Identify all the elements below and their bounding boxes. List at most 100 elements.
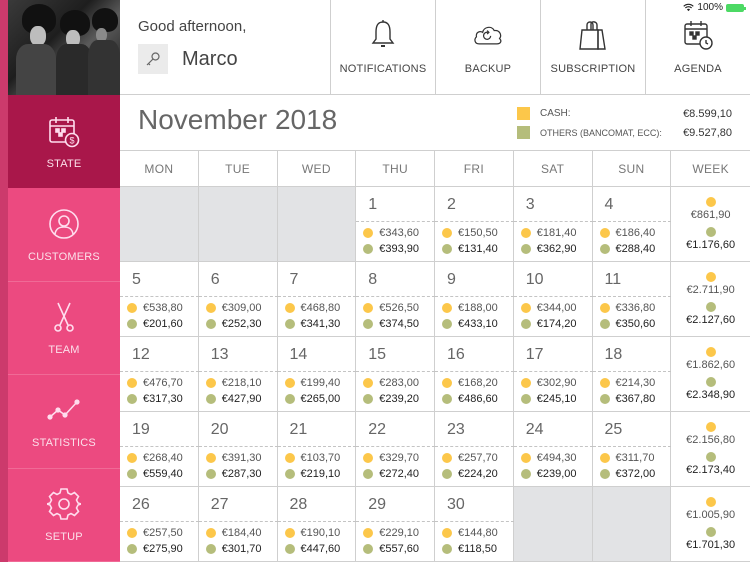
others-dot-icon [127, 544, 137, 554]
cash-dot-icon [705, 272, 716, 282]
calendar-day-cell[interactable]: 15 €283,00 €239,20 [356, 337, 435, 411]
calendar-day-cell[interactable]: 30 €144,80 €118,50 [435, 487, 514, 561]
day-number: 19 [132, 421, 150, 438]
day-number: 21 [289, 421, 308, 438]
notifications-button[interactable]: NOTIFICATIONS [330, 0, 435, 95]
calendar-day-cell[interactable]: 5 €538,80 €201,60 [120, 262, 199, 336]
sidebar-item-statistics[interactable]: STATISTICS [8, 375, 120, 469]
sidebar-item-state[interactable]: $ STATE [8, 95, 120, 189]
day-number: 8 [368, 271, 378, 288]
day-others-amount: €557,60 [363, 543, 419, 555]
day-number: 18 [604, 346, 623, 363]
calendar-day-cell[interactable]: 29 €229,10 €557,60 [356, 487, 435, 561]
day-others-amount: €252,30 [205, 318, 262, 330]
calendar-day-cell[interactable]: 4 €186,40 €288,40 [592, 187, 672, 261]
day-number: 1 [368, 196, 378, 213]
calendar-day-cell[interactable]: 16 €168,20 €486,60 [435, 337, 514, 411]
sidebar-item-team[interactable]: TEAM [8, 282, 120, 376]
calendar-day-cell[interactable]: 28 €190,10 €447,60 [277, 487, 357, 561]
calendar-day-cell[interactable]: 14 €199,40 €265,00 [277, 337, 357, 411]
gear-icon [47, 487, 81, 520]
day-number: 11 [604, 271, 622, 288]
others-dot-icon [363, 244, 374, 254]
calendar-day-cell[interactable]: 27 €184,40 €301,70 [198, 487, 278, 561]
user-name: Marco [182, 47, 238, 70]
others-dot-icon [520, 394, 531, 404]
calendar-day-cell[interactable]: 22 €329,70 €272,40 [356, 412, 435, 486]
calendar-day-cell[interactable]: 6 €309,00 €252,30 [198, 262, 278, 336]
day-divider [356, 296, 435, 297]
day-number: 12 [132, 346, 150, 363]
cash-dot-icon [705, 422, 716, 432]
cash-value: €391,30 [221, 452, 262, 464]
sidebar-item-customers[interactable]: CUSTOMERS [8, 188, 120, 282]
calendar-day-cell[interactable]: 12 €476,70 €317,30 [120, 337, 199, 411]
sidebar-item-label: STATISTICS [32, 437, 96, 450]
cash-dot-icon [127, 378, 137, 388]
calendar-day-cell[interactable]: 26 €257,50 €275,90 [120, 487, 199, 561]
weekday-fri: FRI [435, 151, 514, 186]
others-dot-icon [705, 302, 716, 312]
calendar-day-cell[interactable]: 17 €302,90 €245,10 [513, 337, 593, 411]
calendar-day-cell[interactable]: 1 €343,60 €393,90 [356, 187, 435, 261]
agenda-button[interactable]: AGENDA [645, 0, 750, 95]
cash-dot-icon [520, 303, 531, 313]
day-cash-amount: €218,10 [205, 377, 262, 389]
cloud-sync-icon [474, 26, 502, 45]
calendar-day-cell[interactable]: 20 €391,30 €287,30 [198, 412, 278, 486]
calendar-day-cell[interactable]: 8 €526,50 €374,50 [356, 262, 435, 336]
calendar-day-cell[interactable]: 9 €188,00 €433,10 [435, 262, 514, 336]
day-number: 26 [132, 496, 150, 513]
totals-legend: CASH: €8.599,10 OTHERS (BANCOMAT, ECC): … [517, 104, 732, 142]
day-others-amount: €393,90 [363, 243, 419, 255]
calendar-day-cell[interactable]: 13 €218,10 €427,90 [198, 337, 278, 411]
calendar-day-cell[interactable]: 7 €468,80 €341,30 [277, 262, 357, 336]
others-dot-icon [284, 469, 295, 479]
cash-dot-icon [442, 528, 452, 538]
user-switcher[interactable]: Marco [138, 44, 238, 74]
calendar-day-cell[interactable]: 3 €181,40 €362,90 [513, 187, 593, 261]
backup-button[interactable]: BACKUP [435, 0, 540, 95]
day-divider [592, 371, 672, 372]
calendar-day-cell[interactable]: 2 €150,50 €131,40 [435, 187, 514, 261]
day-others-amount: €272,40 [363, 468, 419, 480]
key-button[interactable] [138, 44, 168, 74]
cash-dot-icon [442, 378, 452, 388]
cash-value: €190,10 [300, 527, 341, 539]
battery-percent: 100% [697, 2, 723, 13]
calendar-day-cell[interactable]: 21 €103,70 €219,10 [277, 412, 357, 486]
sidebar-item-setup[interactable]: SETUP [8, 469, 120, 562]
cash-value: €343,60 [379, 227, 420, 239]
others-value: €275,90 [143, 543, 183, 555]
legend-cash: CASH: €8.599,10 [517, 104, 732, 123]
cash-dot-icon [205, 378, 216, 388]
others-value: €288,40 [615, 243, 656, 255]
calendar-day-cell[interactable]: 25 €311,70 €372,00 [592, 412, 672, 486]
day-cash-amount: €103,70 [284, 452, 340, 464]
calendar-day-cell[interactable]: 18 €214,30 €367,80 [592, 337, 672, 411]
calendar-day-cell[interactable]: 23 €257,70 €224,20 [435, 412, 514, 486]
calendar-day-cell[interactable]: 19 €268,40 €559,40 [120, 412, 199, 486]
day-divider [435, 521, 514, 522]
calendar-week-row: 5 €538,80 €201,60 6 €309,00 €252,30 7 €468,80 €3… [120, 262, 750, 337]
calendar-day-cell[interactable]: 24 €494,30 €239,00 [513, 412, 593, 486]
subscription-button[interactable]: SUBSCRIPTION [540, 0, 645, 95]
week-others-total: €1.176,60 [686, 239, 736, 251]
day-number: 20 [210, 421, 229, 438]
calendar-day-cell[interactable]: 11 €336,80 €350,60 [592, 262, 672, 336]
week-cash-total: €2.156,80 [686, 434, 736, 446]
week-total-cell: €1.862,60 €2.348,90 [671, 337, 750, 411]
cash-dot-icon [363, 378, 374, 388]
day-cash-amount: €476,70 [127, 377, 183, 389]
week-total-cell: €861,90 €1.176,60 [671, 187, 750, 261]
day-others-amount: €486,60 [442, 393, 498, 405]
cash-value: €476,70 [143, 377, 183, 389]
day-divider [435, 221, 514, 222]
day-number: 28 [289, 496, 308, 513]
day-number: 2 [447, 196, 456, 213]
cash-dot-icon [442, 303, 452, 313]
calendar-day-cell[interactable]: 10 €344,00 €174,20 [513, 262, 593, 336]
cash-value: €229,10 [379, 527, 420, 539]
others-dot-icon [442, 319, 452, 329]
others-dot-icon [284, 319, 295, 329]
